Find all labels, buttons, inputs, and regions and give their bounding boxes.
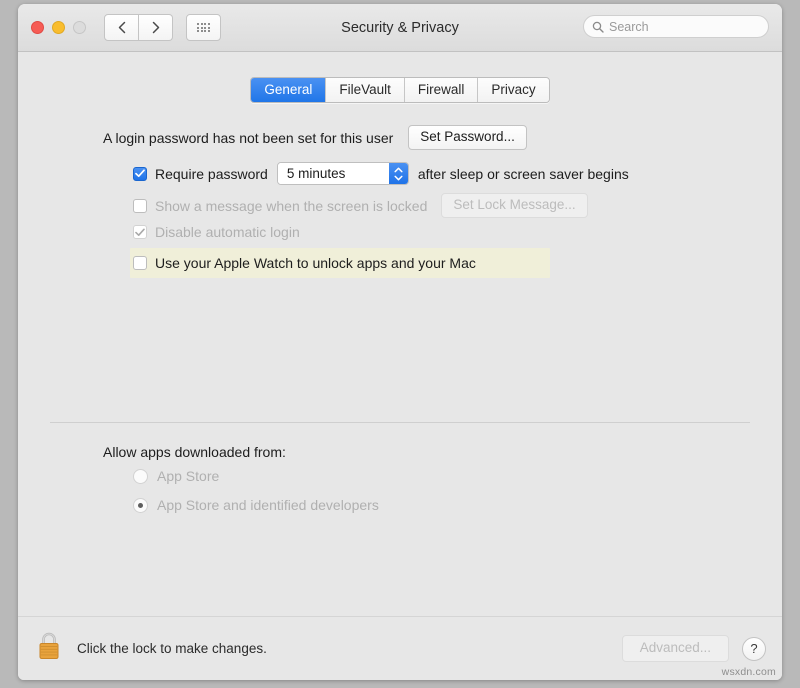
chevron-left-icon [118, 21, 126, 34]
checkmark-icon [135, 228, 145, 237]
general-panel: A login password has not been set for th… [18, 125, 782, 278]
show-lock-message-label: Show a message when the screen is locked [155, 198, 427, 214]
show-all-button[interactable] [186, 14, 221, 41]
radio-app-store [133, 469, 148, 484]
chevron-up-icon [394, 167, 403, 173]
radio-identified-developers-label: App Store and identified developers [157, 497, 379, 513]
section-divider [50, 422, 750, 423]
preferences-content: General FileVault Firewall Privacy A log… [18, 52, 782, 616]
allow-apps-option-app-store: App Store [133, 468, 219, 484]
tab-general[interactable]: General [251, 78, 325, 102]
grid-icon [197, 23, 210, 32]
show-lock-message-row: Show a message when the screen is locked… [18, 193, 782, 218]
disable-auto-login-row: Disable automatic login [18, 224, 782, 240]
window-titlebar: Security & Privacy Search [18, 4, 782, 52]
show-lock-message-checkbox [133, 199, 147, 213]
search-icon [592, 21, 604, 33]
checkmark-icon [135, 169, 145, 178]
require-password-interval-value: 5 minutes [278, 163, 389, 184]
navigation-buttons [104, 14, 173, 41]
preferences-window: Security & Privacy Search General FileVa… [18, 4, 782, 680]
chevron-right-icon [152, 21, 160, 34]
window-footer: Click the lock to make changes. Advanced… [18, 616, 782, 680]
forward-button[interactable] [139, 14, 173, 41]
disable-auto-login-label: Disable automatic login [155, 224, 300, 240]
radio-identified-developers [133, 498, 148, 513]
allow-apps-title: Allow apps downloaded from: [103, 444, 286, 460]
disable-auto-login-checkbox [133, 225, 147, 239]
tab-bar: General FileVault Firewall Privacy [18, 52, 782, 103]
lock-instruction-text: Click the lock to make changes. [77, 641, 267, 656]
require-password-interval-select[interactable]: 5 minutes [277, 162, 409, 185]
lock-closed-icon[interactable] [35, 629, 63, 668]
tab-privacy[interactable]: Privacy [477, 78, 548, 102]
require-password-suffix: after sleep or screen saver begins [418, 166, 629, 182]
require-password-label: Require password [155, 166, 268, 182]
close-button[interactable] [31, 21, 44, 34]
watermark: wsxdn.com [722, 666, 776, 678]
stepper-arrows[interactable] [389, 163, 408, 184]
radio-selected-dot [138, 503, 143, 508]
footer-actions: Advanced... ? [622, 635, 766, 662]
search-field[interactable]: Search [583, 15, 769, 38]
login-password-status: A login password has not been set for th… [103, 130, 393, 146]
apple-watch-unlock-row: Use your Apple Watch to unlock apps and … [130, 248, 550, 278]
advanced-button: Advanced... [622, 635, 729, 662]
require-password-checkbox[interactable] [133, 167, 147, 181]
traffic-light-group [31, 21, 86, 34]
tab-filevault[interactable]: FileVault [325, 78, 404, 102]
tab-firewall[interactable]: Firewall [404, 78, 478, 102]
help-button[interactable]: ? [742, 637, 766, 661]
zoom-button [73, 21, 86, 34]
apple-watch-unlock-checkbox[interactable] [133, 256, 147, 270]
apple-watch-unlock-label: Use your Apple Watch to unlock apps and … [155, 255, 476, 271]
minimize-button[interactable] [52, 21, 65, 34]
login-password-row: A login password has not been set for th… [18, 125, 782, 150]
require-password-row: Require password 5 minutes after sleep o… [18, 162, 782, 185]
set-lock-message-button: Set Lock Message... [441, 193, 587, 218]
set-password-button[interactable]: Set Password... [408, 125, 527, 150]
chevron-down-icon [394, 175, 403, 181]
allow-apps-option-identified-developers: App Store and identified developers [133, 497, 379, 513]
back-button[interactable] [104, 14, 139, 41]
search-placeholder: Search [609, 20, 649, 34]
radio-app-store-label: App Store [157, 468, 219, 484]
